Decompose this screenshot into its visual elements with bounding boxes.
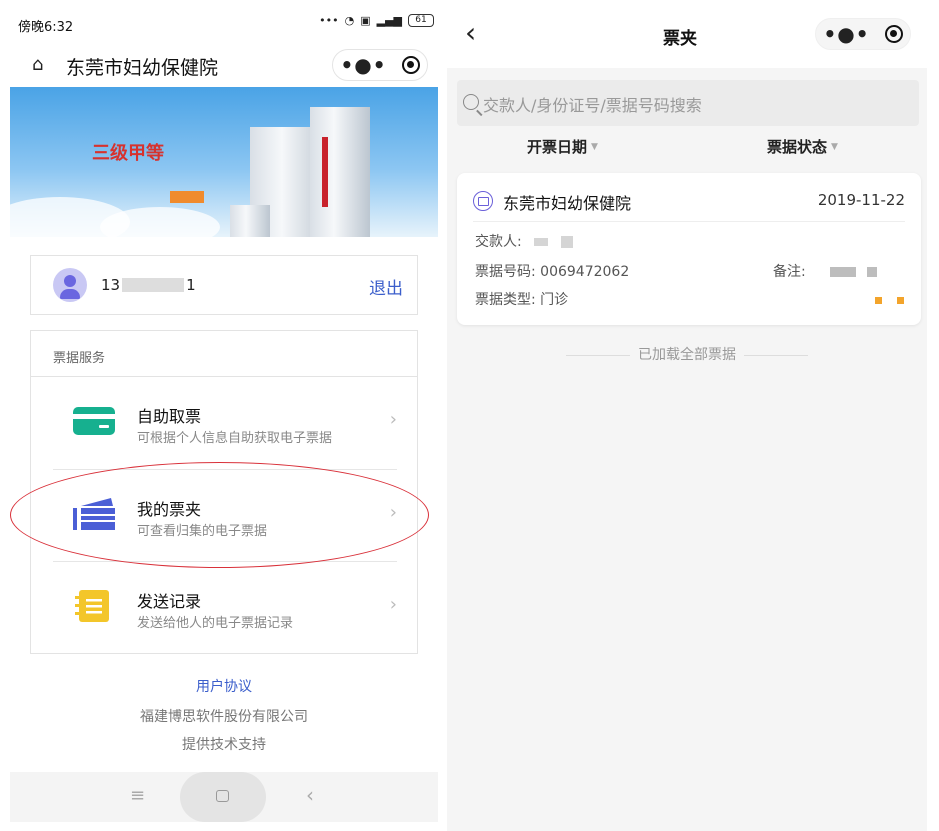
orange-mark	[875, 297, 882, 304]
payer-mask	[534, 238, 549, 246]
payer-label: 交款人:	[475, 234, 522, 250]
page-title: 东莞市妇幼保健院	[66, 57, 219, 79]
close-target-icon[interactable]	[401, 56, 420, 74]
system-nav-bar: ≡ ‹	[10, 772, 438, 822]
search-placeholder: 交款人/身份证号/票据号码搜索	[483, 96, 702, 115]
filter-status-label: 票据状态	[767, 138, 828, 156]
mini-program-capsule: •●•	[815, 18, 911, 50]
service-subtitle: 可根据个人信息自助获取电子票据	[137, 431, 333, 446]
phone-mask	[122, 278, 185, 292]
filter-status[interactable]: 票据状态 ▼	[767, 136, 838, 157]
search-icon	[463, 94, 479, 110]
ticket-org: 东莞市妇幼保健院	[503, 194, 632, 213]
left-screen: 傍晚6:32 ••• ◔ ▣ ▂▄▆ 61 ⌂ 东莞市妇幼保健院 •●• 三级甲…	[10, 0, 438, 822]
user-card: 13 1 退出	[30, 255, 418, 315]
hd-icon: ▣	[360, 14, 371, 27]
avatar	[53, 268, 87, 302]
user-phone: 13 1	[101, 276, 196, 294]
number-label: 票据号码:	[475, 264, 536, 280]
service-title: 发送记录	[137, 592, 202, 611]
alarm-icon: ◔	[344, 14, 355, 27]
status-icons: ••• ◔ ▣ ▂▄▆ 61	[319, 14, 434, 27]
menu-icon[interactable]: ≡	[130, 785, 145, 806]
payer-mask	[560, 236, 573, 248]
orange-mark	[897, 297, 904, 304]
ticket-date: 2019-11-22	[817, 191, 905, 209]
back-arrow-icon[interactable]: ‹	[465, 16, 476, 49]
remark-row: 备注:	[773, 261, 877, 281]
caret-down-icon: ▼	[591, 142, 598, 152]
chevron-right-icon: ›	[389, 594, 397, 615]
filter-bar: 开票日期 ▼ 票据状态 ▼	[447, 132, 927, 162]
phone-suffix: 1	[186, 276, 196, 294]
remark-mask	[830, 267, 857, 277]
card-icon	[73, 407, 115, 435]
service-subtitle: 发送给他人的电子票据记录	[137, 616, 294, 631]
hospital-banner: 三级甲等	[10, 87, 438, 237]
battery-icon: 61	[408, 14, 434, 27]
home-icon[interactable]: ⌂	[32, 54, 43, 75]
more-menu-icon[interactable]: •●•	[340, 53, 386, 77]
filter-date-label: 开票日期	[527, 138, 588, 156]
logout-button[interactable]: 退出	[369, 274, 403, 299]
services-header: 票据服务	[31, 331, 417, 377]
service-send-records[interactable]: 发送记录 发送给他人的电子票据记录 ›	[53, 562, 397, 654]
type-row: 票据类型: 门诊	[475, 289, 568, 309]
service-self-ticket[interactable]: 自助取票 可根据个人信息自助获取电子票据 ›	[53, 377, 397, 469]
institution-icon	[473, 191, 493, 211]
type-label: 票据类型:	[475, 292, 536, 308]
page-title: 票夹	[663, 29, 697, 49]
status-time: 傍晚6:32	[18, 20, 74, 35]
notebook-icon	[75, 590, 109, 622]
caret-down-icon: ▼	[831, 142, 838, 152]
more-menu-icon[interactable]: •●•	[823, 22, 869, 46]
status-bar: 傍晚6:32 ••• ◔ ▣ ▂▄▆ 61	[10, 0, 438, 44]
search-input[interactable]: 交款人/身份证号/票据号码搜索	[457, 80, 919, 126]
ticket-card[interactable]: 东莞市妇幼保健院 2019-11-22 交款人: 票据号码: 006947206…	[457, 173, 921, 325]
home-key[interactable]	[180, 772, 266, 822]
phone-prefix: 13	[101, 276, 121, 294]
footer: 用户协议 福建博思软件股份有限公司 提供技术支持	[10, 676, 438, 762]
square-icon	[216, 790, 229, 802]
ticket-type: 门诊	[540, 292, 569, 308]
banner-button	[170, 191, 204, 203]
user-agreement-link[interactable]: 用户协议	[10, 676, 438, 696]
mini-program-capsule: •●•	[332, 49, 428, 81]
end-of-list: 已加载全部票据	[447, 344, 927, 364]
filter-date[interactable]: 开票日期 ▼	[527, 136, 598, 157]
tech-support: 提供技术支持	[182, 737, 266, 753]
more-dots-icon: •••	[319, 14, 339, 27]
signal-icon: ▂▄▆	[376, 14, 402, 27]
end-text: 已加载全部票据	[638, 347, 736, 363]
company-name: 福建博思软件股份有限公司	[140, 709, 308, 725]
payer-row: 交款人:	[475, 231, 573, 251]
red-annotation-ellipse	[10, 462, 429, 568]
right-screen: ‹ 票夹 •●• 交款人/身份证号/票据号码搜索 开票日期 ▼ 票据状态 ▼ 东莞市…	[447, 0, 927, 831]
back-icon[interactable]: ‹	[306, 783, 314, 807]
service-title: 自助取票	[137, 407, 202, 426]
remark-label: 备注:	[773, 264, 806, 280]
close-target-icon[interactable]	[884, 25, 903, 43]
remark-mask	[866, 267, 877, 277]
chevron-right-icon: ›	[389, 409, 397, 430]
banner-grade: 三级甲等	[92, 143, 164, 164]
ticket-number: 0069472062	[540, 264, 630, 280]
number-row: 票据号码: 0069472062	[475, 261, 629, 281]
